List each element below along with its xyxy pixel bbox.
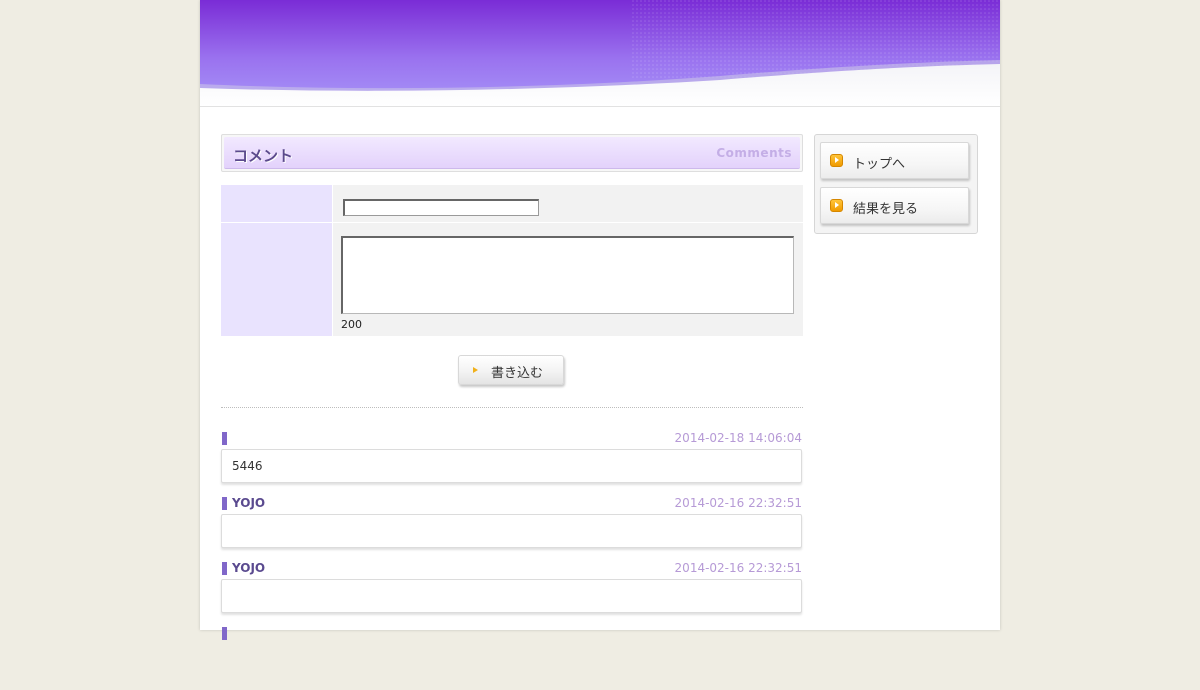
name-label-cell	[221, 185, 333, 223]
comment-item: YOJO 2014-02-16 22:32:51	[221, 560, 803, 625]
comment-body: 5446	[221, 449, 802, 483]
name-field-cell	[332, 185, 803, 223]
comment-marker	[222, 497, 227, 510]
comment-body	[221, 579, 802, 613]
orange-arrow-icon	[830, 199, 843, 212]
comment-body-textarea[interactable]	[341, 236, 794, 314]
comment-date: 2014-02-16 22:32:51	[674, 561, 802, 575]
comment-item: YOJO 2014-02-16 22:32:51	[221, 495, 803, 560]
comment-item: 2014-02-18 14:06:04 5446	[221, 430, 803, 495]
submit-button-label: 書き込む	[491, 366, 544, 381]
comment-item	[221, 625, 803, 690]
nav-top-button[interactable]: トップへ	[820, 142, 969, 179]
nav-results-label: 結果を見る	[853, 202, 919, 217]
comment-list: 2014-02-18 14:06:04 5446 YOJO 2014-02-16…	[221, 430, 803, 690]
comment-author: YOJO	[232, 561, 266, 575]
side-nav: トップへ 結果を見る	[814, 134, 978, 234]
comment-body	[221, 514, 802, 548]
comment-marker	[222, 562, 227, 575]
comment-form: 200	[221, 185, 803, 337]
comments-section-header: コメント Comments	[221, 134, 803, 172]
submit-button[interactable]: 書き込む	[458, 355, 564, 385]
body-label-cell	[221, 222, 333, 337]
comment-marker	[222, 432, 227, 445]
body-field-cell: 200	[332, 222, 803, 337]
section-subtitle: Comments	[716, 146, 792, 160]
comment-text: 5446	[232, 459, 263, 473]
comment-marker	[222, 627, 227, 640]
section-title: コメント	[233, 147, 294, 165]
max-length-note: 200	[341, 318, 362, 331]
nav-top-label: トップへ	[853, 157, 906, 172]
comment-author: YOJO	[232, 496, 266, 510]
orange-arrow-icon	[830, 154, 843, 167]
dotted-divider	[221, 407, 803, 408]
comment-date: 2014-02-16 22:32:51	[674, 496, 802, 510]
page-container: コメント Comments 200 書き込む 2014-02-18 14:06:…	[200, 0, 1000, 640]
nav-results-button[interactable]: 結果を見る	[820, 187, 969, 224]
main-column: コメント Comments 200 書き込む 2014-02-18 14:06:…	[221, 134, 803, 640]
comment-date: 2014-02-18 14:06:04	[674, 431, 802, 445]
header-banner	[200, 0, 1000, 107]
play-triangle-icon	[473, 367, 478, 373]
name-input[interactable]	[343, 199, 539, 217]
banner-wave-graphic	[200, 0, 1000, 106]
